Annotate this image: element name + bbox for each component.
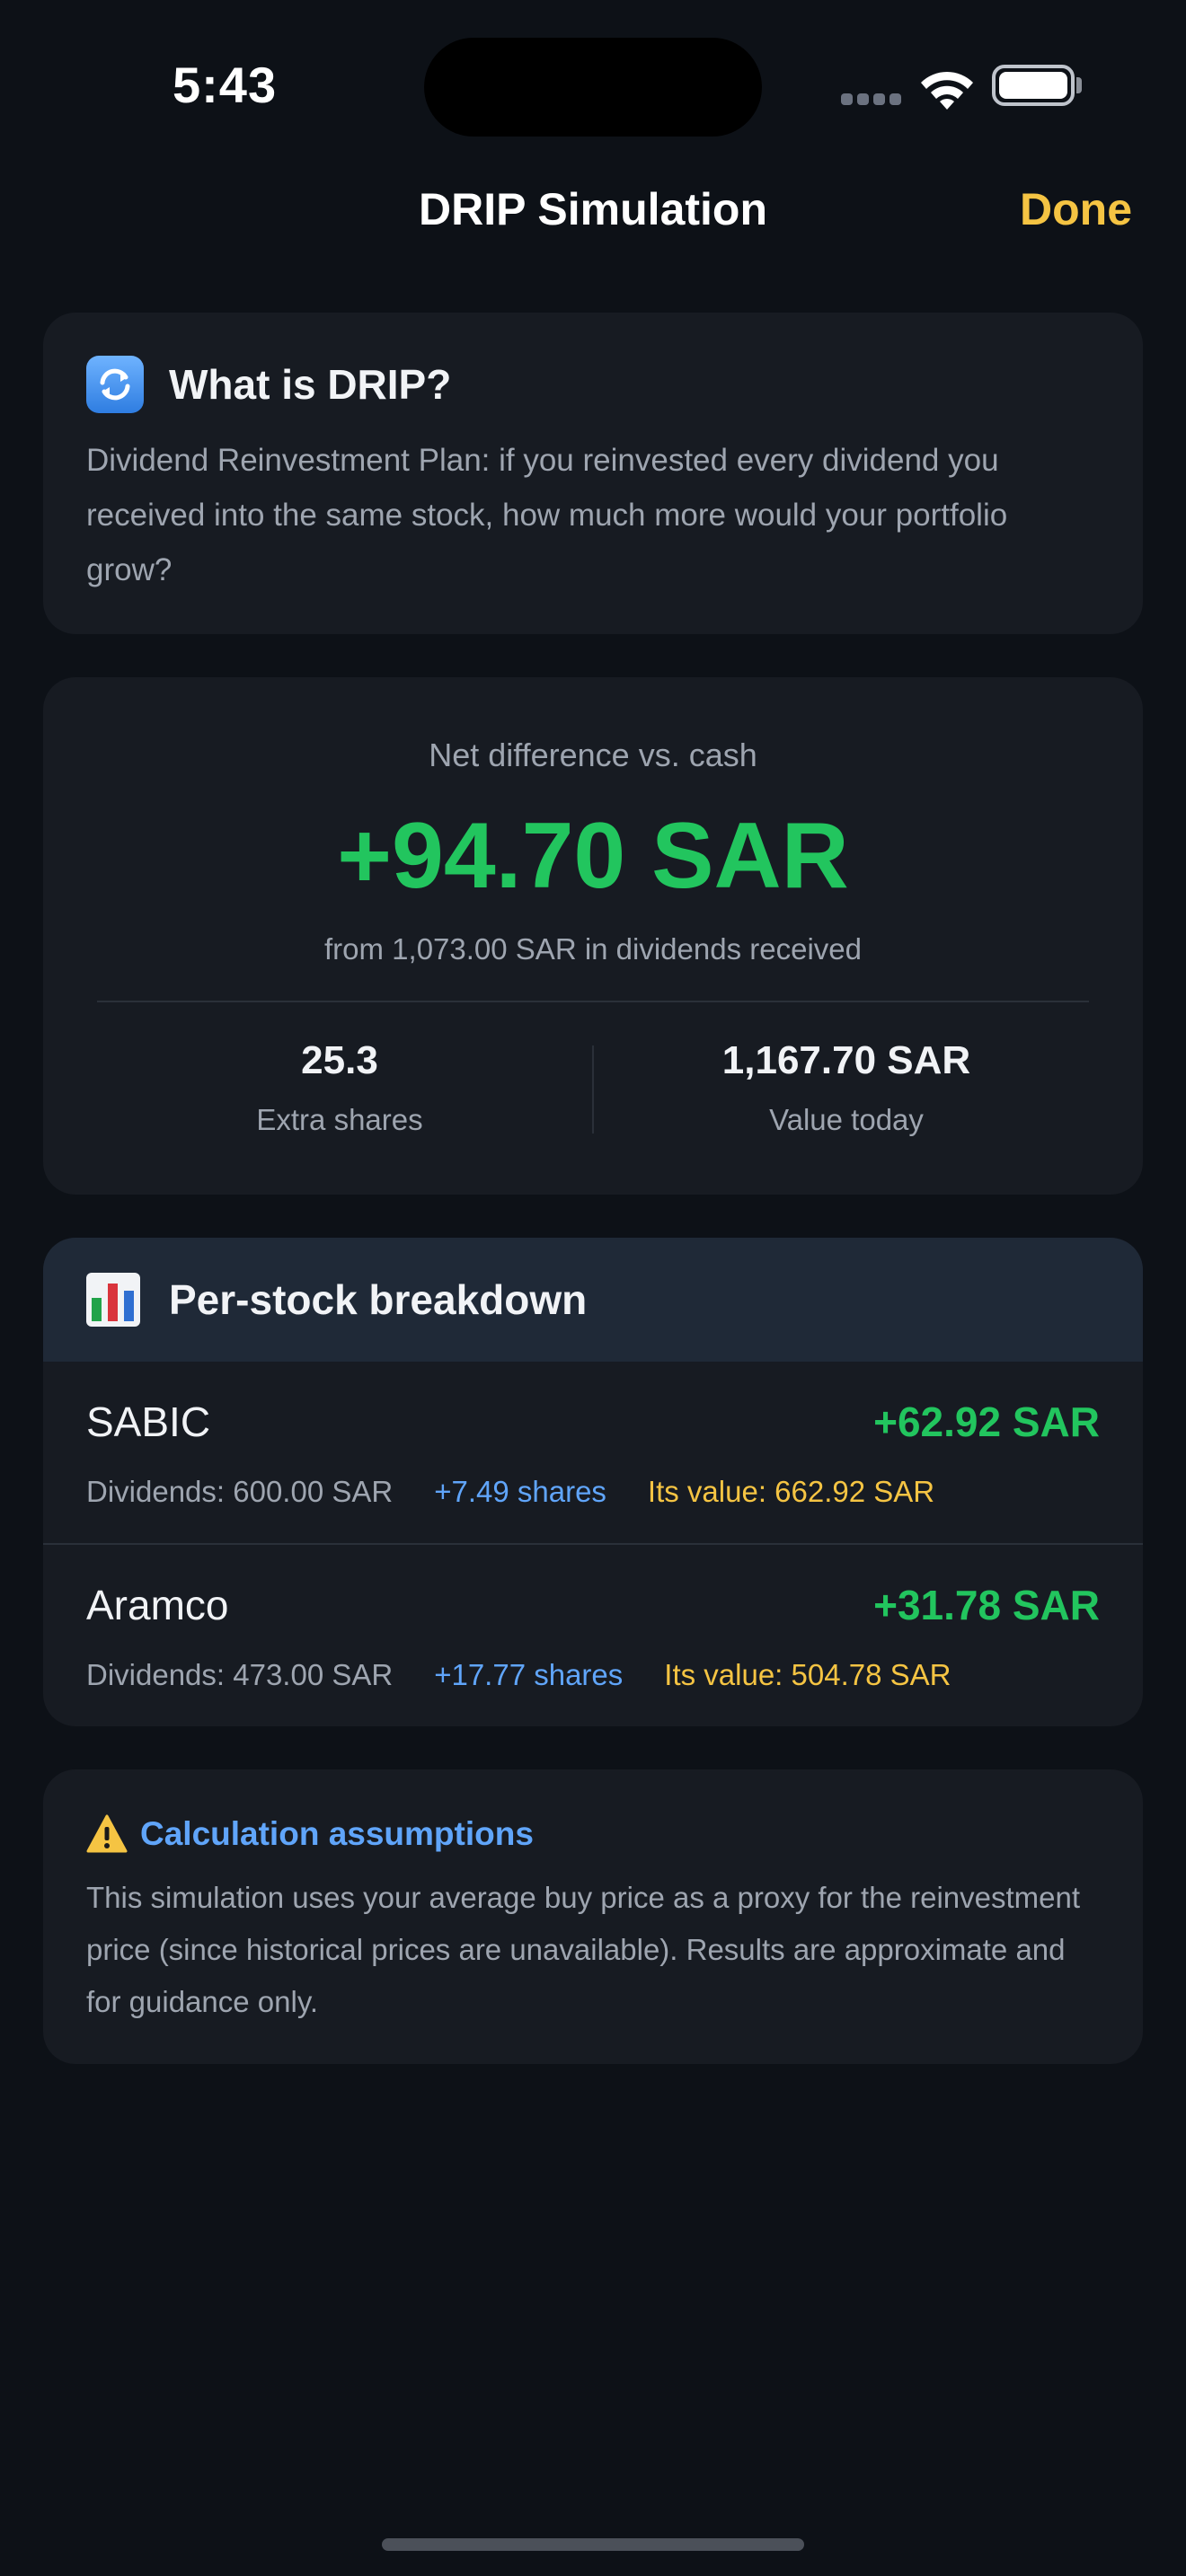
- divider: [97, 1001, 1089, 1002]
- breakdown-card: Per-stock breakdown SABIC +62.92 SAR Div…: [43, 1238, 1143, 1726]
- done-button[interactable]: Done: [1020, 183, 1132, 235]
- assumptions-header: Calculation assumptions: [86, 1811, 1100, 1857]
- stock-extra-shares: +17.77 shares: [434, 1658, 624, 1691]
- dividends-received-text: from 1,073.00 SAR in dividends received: [324, 932, 862, 966]
- info-title: What is DRIP?: [169, 361, 452, 408]
- stock-dividends: Dividends: 600.00 SAR: [86, 1475, 394, 1508]
- net-difference-label: Net difference vs. cash: [429, 737, 757, 773]
- wifi-icon: [921, 71, 973, 110]
- value-today-stat: 1,167.70 SAR Value today: [595, 1038, 1098, 1137]
- assumptions-card: Calculation assumptions This simulation …: [43, 1769, 1143, 2064]
- stock-value: Its value: 662.92 SAR: [647, 1475, 935, 1508]
- assumptions-title: Calculation assumptions: [140, 1815, 534, 1852]
- breakdown-title: Per-stock breakdown: [169, 1276, 588, 1323]
- info-card: What is DRIP? Dividend Reinvestment Plan…: [43, 313, 1143, 634]
- stock-details: Dividends: 600.00 SAR +7.49 shares Its val…: [86, 1475, 976, 1509]
- stock-dividends: Dividends: 473.00 SAR: [86, 1658, 394, 1691]
- stock-details: Dividends: 473.00 SAR +17.77 shares Its va…: [86, 1658, 992, 1692]
- status-bar: 5:43: [0, 0, 1186, 171]
- value-today-value: 1,167.70 SAR: [721, 1038, 971, 1082]
- stock-row: Aramco +31.78 SAR Dividends: 473.00 SAR +…: [43, 1545, 1143, 1725]
- extra-shares-value: 25.3: [301, 1038, 378, 1082]
- battery-cap: [1076, 77, 1082, 93]
- stock-extra-shares: +7.49 shares: [434, 1475, 606, 1508]
- assumptions-text: This simulation uses your average buy pr…: [86, 1881, 1081, 2018]
- info-header: What is DRIP?: [86, 356, 1100, 413]
- stat-separator: [592, 1045, 594, 1134]
- info-description: Dividend Reinvestment Plan: if you reinv…: [86, 443, 1008, 587]
- summary-card: Net difference vs. cash +94.70 SAR from …: [43, 677, 1143, 1195]
- stock-name: Aramco: [86, 1582, 229, 1628]
- home-indicator[interactable]: [382, 2538, 804, 2551]
- battery-icon: [992, 65, 1075, 106]
- warning-icon: [86, 1814, 128, 1853]
- stock-gain: +62.92 SAR: [873, 1398, 1100, 1445]
- bar-chart-icon: [86, 1273, 140, 1327]
- net-difference-value: +94.70 SAR: [337, 804, 849, 908]
- dynamic-island: [424, 38, 762, 137]
- value-today-label: Value today: [769, 1103, 924, 1136]
- cellular-signal-icon: [841, 93, 902, 106]
- status-time: 5:43: [173, 57, 278, 113]
- extra-shares-stat: 25.3 Extra shares: [88, 1038, 591, 1137]
- stock-name: SABIC: [86, 1398, 211, 1445]
- stock-row: SABIC +62.92 SAR Dividends: 600.00 SAR +7…: [43, 1362, 1143, 1541]
- nav-title: DRIP Simulation: [418, 184, 767, 234]
- stock-value: Its value: 504.78 SAR: [664, 1658, 951, 1691]
- stock-gain: +31.78 SAR: [873, 1582, 1100, 1628]
- refresh-icon: [86, 356, 144, 413]
- breakdown-header: Per-stock breakdown: [43, 1238, 1143, 1362]
- extra-shares-label: Extra shares: [256, 1103, 423, 1136]
